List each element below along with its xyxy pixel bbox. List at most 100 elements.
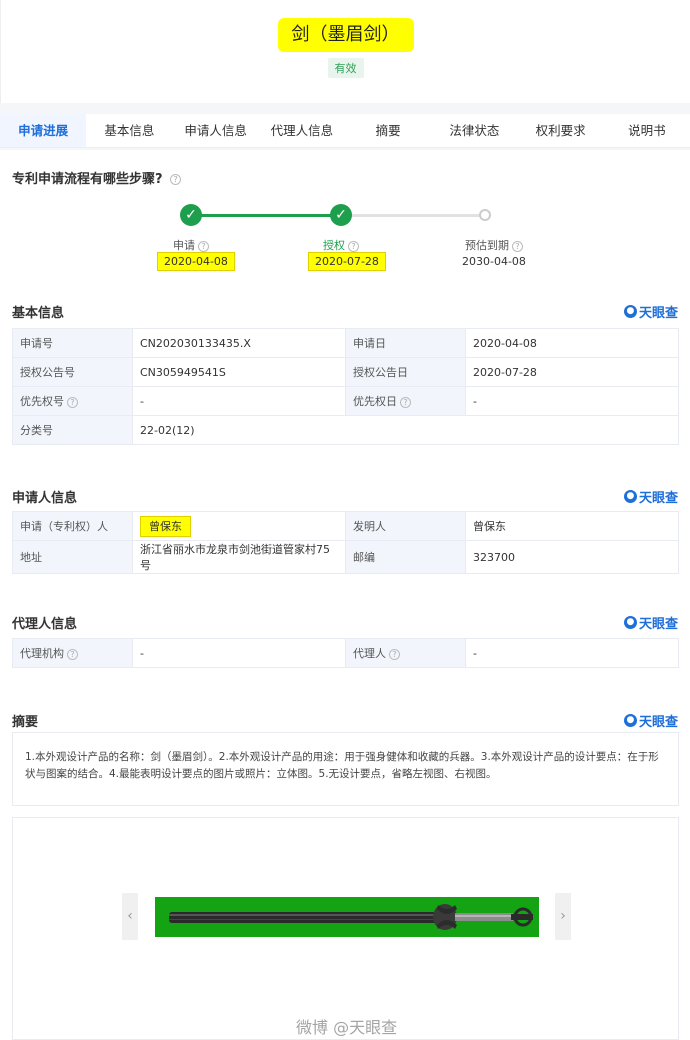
- field-value: CN202030133435.X: [132, 328, 346, 358]
- timeline-line-pending: [341, 214, 485, 217]
- agent-info-table: 代理机构? - 代理人? -: [12, 638, 679, 668]
- help-icon[interactable]: ?: [198, 240, 209, 252]
- check-icon: ✓: [330, 204, 352, 226]
- step-label-expiry: 预估到期?: [449, 237, 539, 253]
- field-value: 22-02(12): [132, 415, 679, 445]
- watermark: 微博 @天眼查: [296, 1018, 398, 1037]
- page-header: 剑（墨眉剑） 有效: [0, 0, 690, 103]
- step-date-apply: 2020-04-08: [157, 252, 235, 271]
- field-value: -: [465, 386, 679, 416]
- section-title-basic-info: 基本信息: [12, 306, 65, 321]
- tab-summary[interactable]: 摘要: [345, 114, 431, 147]
- progress-question-text: 专利申请流程有哪些步骤?: [12, 172, 163, 187]
- section-title-applicant-info: 申请人信息: [12, 491, 78, 506]
- field-label: 分类号: [12, 415, 133, 445]
- field-label: 授权公告号: [12, 357, 133, 387]
- help-icon[interactable]: ?: [348, 240, 359, 252]
- help-icon[interactable]: ?: [389, 648, 400, 660]
- field-label-text: 代理人: [353, 647, 386, 660]
- sword-illustration: [155, 897, 539, 937]
- field-value: 2020-07-28: [465, 357, 679, 387]
- field-label: 优先权号?: [12, 386, 133, 416]
- field-label: 邮编: [345, 540, 466, 574]
- field-value: 曾保东: [465, 511, 679, 541]
- tab-applicant-info[interactable]: 申请人信息: [173, 114, 259, 147]
- field-value: 曾保东: [132, 511, 346, 541]
- field-value: 2020-04-08: [465, 328, 679, 358]
- table-row: 申请号 CN202030133435.X 申请日 2020-04-08: [12, 328, 679, 358]
- field-label: 代理人?: [345, 638, 466, 668]
- field-value: -: [132, 638, 346, 668]
- status-badge: 有效: [327, 58, 364, 78]
- section-title-summary: 摘要: [12, 715, 39, 730]
- tianyancha-logo-icon: ●: [623, 305, 637, 318]
- field-label-text: 优先权日: [353, 395, 397, 408]
- field-value: -: [465, 638, 679, 668]
- field-label: 发明人: [345, 511, 466, 541]
- step-label-apply: 申请?: [146, 237, 236, 253]
- applicant-name-link[interactable]: 曾保东: [140, 516, 191, 537]
- next-arrow-icon[interactable]: ›: [555, 893, 571, 940]
- table-row: 申请（专利权）人 曾保东 发明人 曾保东: [12, 511, 679, 541]
- table-row: 授权公告号 CN305949541S 授权公告日 2020-07-28: [12, 357, 679, 387]
- field-label: 地址: [12, 540, 133, 574]
- tab-legal-status[interactable]: 法律状态: [431, 114, 517, 147]
- field-label: 代理机构?: [12, 638, 133, 668]
- section-title-agent-info: 代理人信息: [12, 617, 78, 632]
- image-carousel: ‹ ›: [12, 817, 679, 1040]
- help-icon[interactable]: ?: [170, 174, 182, 185]
- field-value: CN305949541S: [132, 357, 346, 387]
- help-icon[interactable]: ?: [400, 396, 411, 408]
- tianyancha-logo-icon: ●: [623, 616, 637, 629]
- brand-name: 天眼查: [638, 491, 678, 506]
- field-value: 323700: [465, 540, 679, 574]
- check-icon: ✓: [180, 204, 202, 226]
- brand-logo[interactable]: ● 天眼查: [623, 302, 678, 321]
- basic-info-table: 申请号 CN202030133435.X 申请日 2020-04-08 授权公告…: [12, 328, 679, 445]
- step-label-text: 预估到期: [465, 239, 509, 252]
- table-row: 代理机构? - 代理人? -: [12, 638, 679, 668]
- tab-progress[interactable]: 申请进展: [0, 114, 87, 147]
- brand-logo[interactable]: ● 天眼查: [623, 487, 678, 506]
- field-label-text: 优先权号: [20, 395, 64, 408]
- brand-logo[interactable]: ● 天眼查: [623, 711, 678, 730]
- timeline-line-complete: [191, 214, 341, 217]
- tab-claims[interactable]: 权利要求: [518, 114, 604, 147]
- help-icon[interactable]: ?: [67, 648, 78, 660]
- field-label: 申请号: [12, 328, 133, 358]
- table-row: 地址 浙江省丽水市龙泉市剑池街道管家村75号 邮编 323700: [12, 540, 679, 574]
- field-value: 浙江省丽水市龙泉市剑池街道管家村75号: [132, 540, 346, 574]
- patent-title: 剑（墨眉剑）: [277, 18, 414, 52]
- tianyancha-logo-icon: ●: [623, 714, 637, 727]
- progress-question: 专利申请流程有哪些步骤? ?: [12, 168, 182, 187]
- field-value: -: [132, 386, 346, 416]
- step-date-grant: 2020-07-28: [308, 252, 386, 271]
- help-icon[interactable]: ?: [512, 240, 523, 252]
- step-label-text: 申请: [173, 239, 195, 252]
- table-row: 优先权号? - 优先权日? -: [12, 386, 679, 416]
- step-date-expiry: 2030-04-08: [462, 255, 526, 268]
- applicant-info-table: 申请（专利权）人 曾保东 发明人 曾保东 地址 浙江省丽水市龙泉市剑池街道管家村…: [12, 511, 679, 574]
- sword-image[interactable]: [155, 897, 539, 937]
- brand-logo[interactable]: ● 天眼查: [623, 613, 678, 632]
- brand-name: 天眼查: [638, 715, 678, 730]
- tab-description[interactable]: 说明书: [604, 114, 690, 147]
- pending-dot-icon: [479, 209, 491, 221]
- help-icon[interactable]: ?: [67, 396, 78, 408]
- tab-basic-info[interactable]: 基本信息: [86, 114, 172, 147]
- progress-timeline: ✓ ✓ 申请? 授权? 预估到期? 2020-04-08 2020-07-28 …: [0, 200, 690, 280]
- step-label-grant: 授权?: [296, 237, 386, 253]
- brand-name: 天眼查: [638, 617, 678, 632]
- brand-name: 天眼查: [638, 306, 678, 321]
- main-content: 专利申请流程有哪些步骤? ? ✓ ✓ 申请? 授权? 预估到期? 2020-04…: [0, 150, 690, 1040]
- field-label: 优先权日?: [345, 386, 466, 416]
- tab-bar: 申请进展 基本信息 申请人信息 代理人信息 摘要 法律状态 权利要求 说明书: [0, 114, 690, 148]
- prev-arrow-icon[interactable]: ‹: [122, 893, 138, 940]
- field-label-text: 代理机构: [20, 647, 64, 660]
- step-label-text: 授权: [323, 239, 345, 252]
- summary-text: 1.本外观设计产品的名称：剑（墨眉剑）。2.本外观设计产品的用途：用于强身健体和…: [12, 732, 679, 806]
- field-label: 申请日: [345, 328, 466, 358]
- tianyancha-logo-icon: ●: [623, 490, 637, 503]
- tab-agent-info[interactable]: 代理人信息: [259, 114, 345, 147]
- field-label: 申请（专利权）人: [12, 511, 133, 541]
